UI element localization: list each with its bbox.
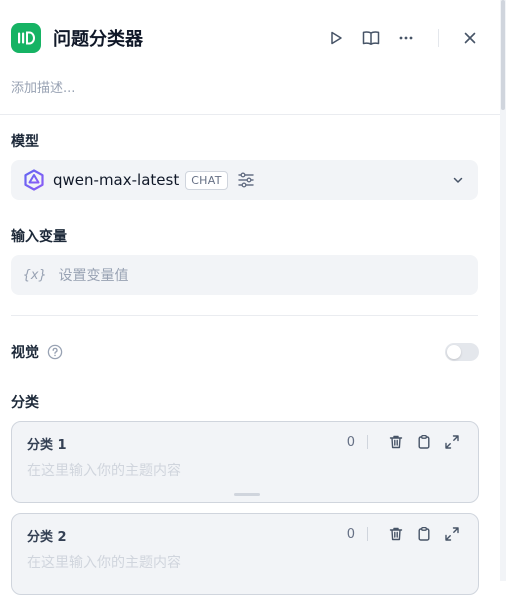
vision-label: 视觉 xyxy=(11,345,39,361)
scrollbar-thumb[interactable] xyxy=(501,0,505,110)
play-icon[interactable] xyxy=(324,26,348,50)
model-mode-badge: CHAT xyxy=(185,170,228,190)
description-input[interactable]: 添加描述... xyxy=(11,77,75,96)
qwen-logo-icon xyxy=(22,168,46,192)
node-title[interactable]: 问题分类器 xyxy=(53,25,143,51)
variable-selector[interactable]: {x} 设置变量值 xyxy=(11,255,478,295)
node-config-panel: 问题分类器 添加描述... 模型 qwen-max-latest CHAT 输入… xyxy=(0,0,506,595)
chevron-down-icon xyxy=(450,172,466,188)
vision-row: 视觉 xyxy=(11,341,479,363)
toolbar-divider xyxy=(367,435,368,449)
trash-icon[interactable] xyxy=(386,432,406,452)
class-card[interactable]: 分类 2 0 在这里输入你的主题内容 xyxy=(11,513,479,595)
expand-icon[interactable] xyxy=(442,524,462,544)
class-content-input[interactable]: 在这里输入你的主题内容 xyxy=(27,552,181,572)
book-icon[interactable] xyxy=(359,26,383,50)
more-icon[interactable] xyxy=(394,26,418,50)
vision-toggle[interactable] xyxy=(445,343,479,361)
toolbar-divider xyxy=(367,527,368,541)
model-label: 模型 xyxy=(11,134,39,150)
class-title: 分类 1 xyxy=(27,438,67,453)
class-toolbar: 0 xyxy=(347,432,462,452)
expand-icon[interactable] xyxy=(442,432,462,452)
trash-icon[interactable] xyxy=(386,524,406,544)
class-title: 分类 2 xyxy=(27,530,67,545)
model-name: qwen-max-latest xyxy=(53,171,180,189)
help-circle-icon[interactable] xyxy=(47,344,63,360)
resize-handle[interactable] xyxy=(234,493,260,496)
variable-placeholder: 设置变量值 xyxy=(58,268,129,284)
scrollbar-track[interactable] xyxy=(500,0,506,581)
section-divider xyxy=(11,315,478,316)
clipboard-icon[interactable] xyxy=(414,432,434,452)
class-content-input[interactable]: 在这里输入你的主题内容 xyxy=(27,460,181,480)
classes-label: 分类 xyxy=(11,395,39,411)
header-divider xyxy=(438,29,439,47)
panel-header: 问题分类器 xyxy=(11,22,482,54)
class-card[interactable]: 分类 1 0 在这里输入你的主题内容 xyxy=(11,421,479,503)
variable-icon: {x} xyxy=(23,267,47,283)
classifier-icon xyxy=(11,23,41,53)
model-selector[interactable]: qwen-max-latest CHAT xyxy=(11,160,478,200)
header-actions xyxy=(313,26,482,50)
clipboard-icon[interactable] xyxy=(414,524,434,544)
char-count: 0 xyxy=(346,434,355,450)
sliders-icon[interactable] xyxy=(236,170,256,190)
char-count: 0 xyxy=(346,526,355,542)
input-variable-label: 输入变量 xyxy=(11,229,67,245)
toggle-knob xyxy=(447,345,461,359)
class-toolbar: 0 xyxy=(347,524,462,544)
header-divider-line xyxy=(0,114,500,115)
close-icon[interactable] xyxy=(458,26,482,50)
